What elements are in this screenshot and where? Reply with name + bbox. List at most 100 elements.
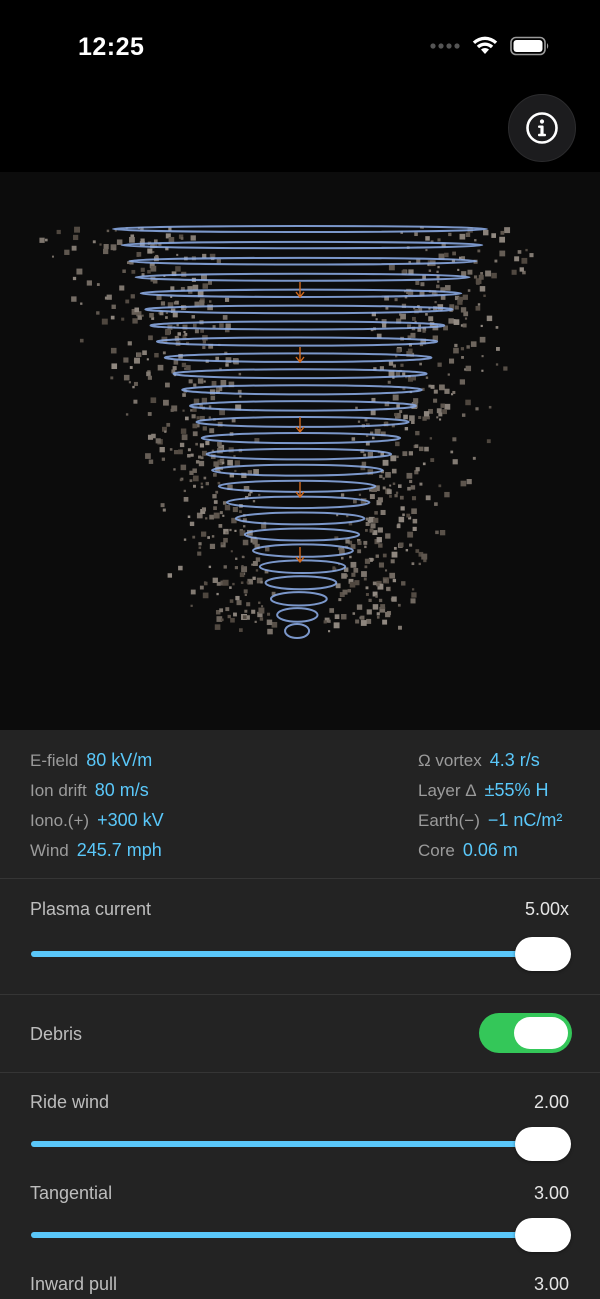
debris-particle <box>216 387 220 391</box>
debris-particle <box>147 375 152 380</box>
debris-particle <box>345 539 350 544</box>
debris-particle <box>449 358 455 364</box>
debris-particle <box>519 267 524 272</box>
cellular-signal-icon <box>430 43 460 49</box>
debris-particle <box>225 363 229 367</box>
ride-wind-slider[interactable] <box>31 1127 571 1161</box>
info-icon <box>526 112 558 144</box>
debris-particle <box>103 248 109 255</box>
debris-particle <box>452 437 457 442</box>
debris-particle <box>101 318 108 325</box>
debris-particle <box>244 609 248 613</box>
debris-particle <box>411 562 415 566</box>
debris-particle <box>198 546 202 549</box>
debris-particle <box>340 493 345 497</box>
debris-particle <box>111 363 118 370</box>
debris-particle <box>454 343 458 348</box>
debris-particle <box>51 255 54 258</box>
debris-particle <box>467 269 473 275</box>
plasma-current-slider[interactable] <box>31 937 571 971</box>
debris-particle <box>204 581 208 586</box>
debris-toggle[interactable] <box>479 1013 572 1053</box>
debris-particle <box>140 267 145 272</box>
tornado-visualization[interactable] <box>0 172 600 730</box>
debris-particle <box>453 319 460 325</box>
debris-particle <box>364 558 371 564</box>
tangential-label: Tangential <box>30 1183 113 1203</box>
debris-particle <box>202 592 209 599</box>
debris-particle <box>96 311 100 315</box>
debris-particle <box>361 461 367 467</box>
debris-particle <box>406 472 413 479</box>
debris-particle <box>438 418 442 421</box>
debris-particle <box>402 372 406 376</box>
debris-particle <box>200 456 204 460</box>
debris-particle <box>495 326 499 329</box>
debris-particle <box>494 259 498 263</box>
vortex-ring <box>134 272 471 282</box>
debris-particle <box>437 238 441 242</box>
debris-particle <box>213 461 219 467</box>
debris-particle <box>265 546 270 552</box>
debris-particle <box>428 316 434 322</box>
debris-particle <box>131 269 136 274</box>
debris-particle <box>224 504 231 511</box>
debris-particle <box>398 542 404 548</box>
debris-particle <box>201 531 207 537</box>
debris-particle <box>192 423 198 429</box>
debris-particle <box>470 341 477 347</box>
debris-particle <box>414 232 418 237</box>
debris-particle <box>421 553 428 560</box>
debris-particle <box>162 351 166 355</box>
debris-particle <box>180 237 184 240</box>
debris-particle <box>366 609 372 615</box>
debris-particle <box>383 578 387 583</box>
debris-particle <box>390 559 395 564</box>
debris-particle <box>521 257 528 264</box>
slider-thumb[interactable] <box>515 1127 571 1161</box>
debris-particle <box>202 345 206 350</box>
debris-particle <box>76 268 83 275</box>
debris-particle <box>479 336 486 343</box>
debris-particle <box>171 405 178 412</box>
debris-particle <box>225 531 228 534</box>
debris-particle <box>425 376 429 379</box>
tangential-slider[interactable] <box>31 1218 571 1252</box>
debris-particle <box>133 399 138 404</box>
debris-particle <box>389 572 396 579</box>
debris-particle <box>238 372 242 376</box>
debris-particle <box>249 579 253 583</box>
debris-particle <box>235 557 238 560</box>
debris-particle <box>211 535 215 538</box>
debris-particle <box>366 618 372 624</box>
debris-particle <box>430 458 435 463</box>
debris-particle <box>363 577 367 581</box>
debris-particle <box>176 253 179 256</box>
debris-particle <box>164 329 171 336</box>
debris-particle <box>208 280 212 285</box>
debris-particle <box>199 300 205 306</box>
debris-particle <box>205 481 209 486</box>
slider-fill <box>31 1232 569 1238</box>
debris-particle <box>220 379 227 386</box>
debris-particle <box>183 330 186 334</box>
debris-particle <box>355 406 358 410</box>
debris-particle <box>391 468 397 474</box>
debris-particle <box>187 448 191 452</box>
debris-particle <box>190 589 196 595</box>
stat-label: Ion drift <box>30 781 87 800</box>
debris-particle <box>450 450 454 454</box>
debris-particle <box>410 485 416 490</box>
wifi-icon <box>472 36 498 54</box>
debris-particle <box>460 307 467 313</box>
debris-particle <box>127 341 132 346</box>
tornado-viewport[interactable] <box>0 172 600 730</box>
slider-thumb[interactable] <box>515 1218 571 1252</box>
debris-particle <box>411 376 417 381</box>
debris-particle <box>351 572 356 577</box>
slider-thumb[interactable] <box>515 937 571 971</box>
info-button[interactable] <box>508 94 576 162</box>
debris-particle <box>382 477 385 480</box>
debris-particle <box>166 422 171 427</box>
debris-particle <box>267 612 271 616</box>
